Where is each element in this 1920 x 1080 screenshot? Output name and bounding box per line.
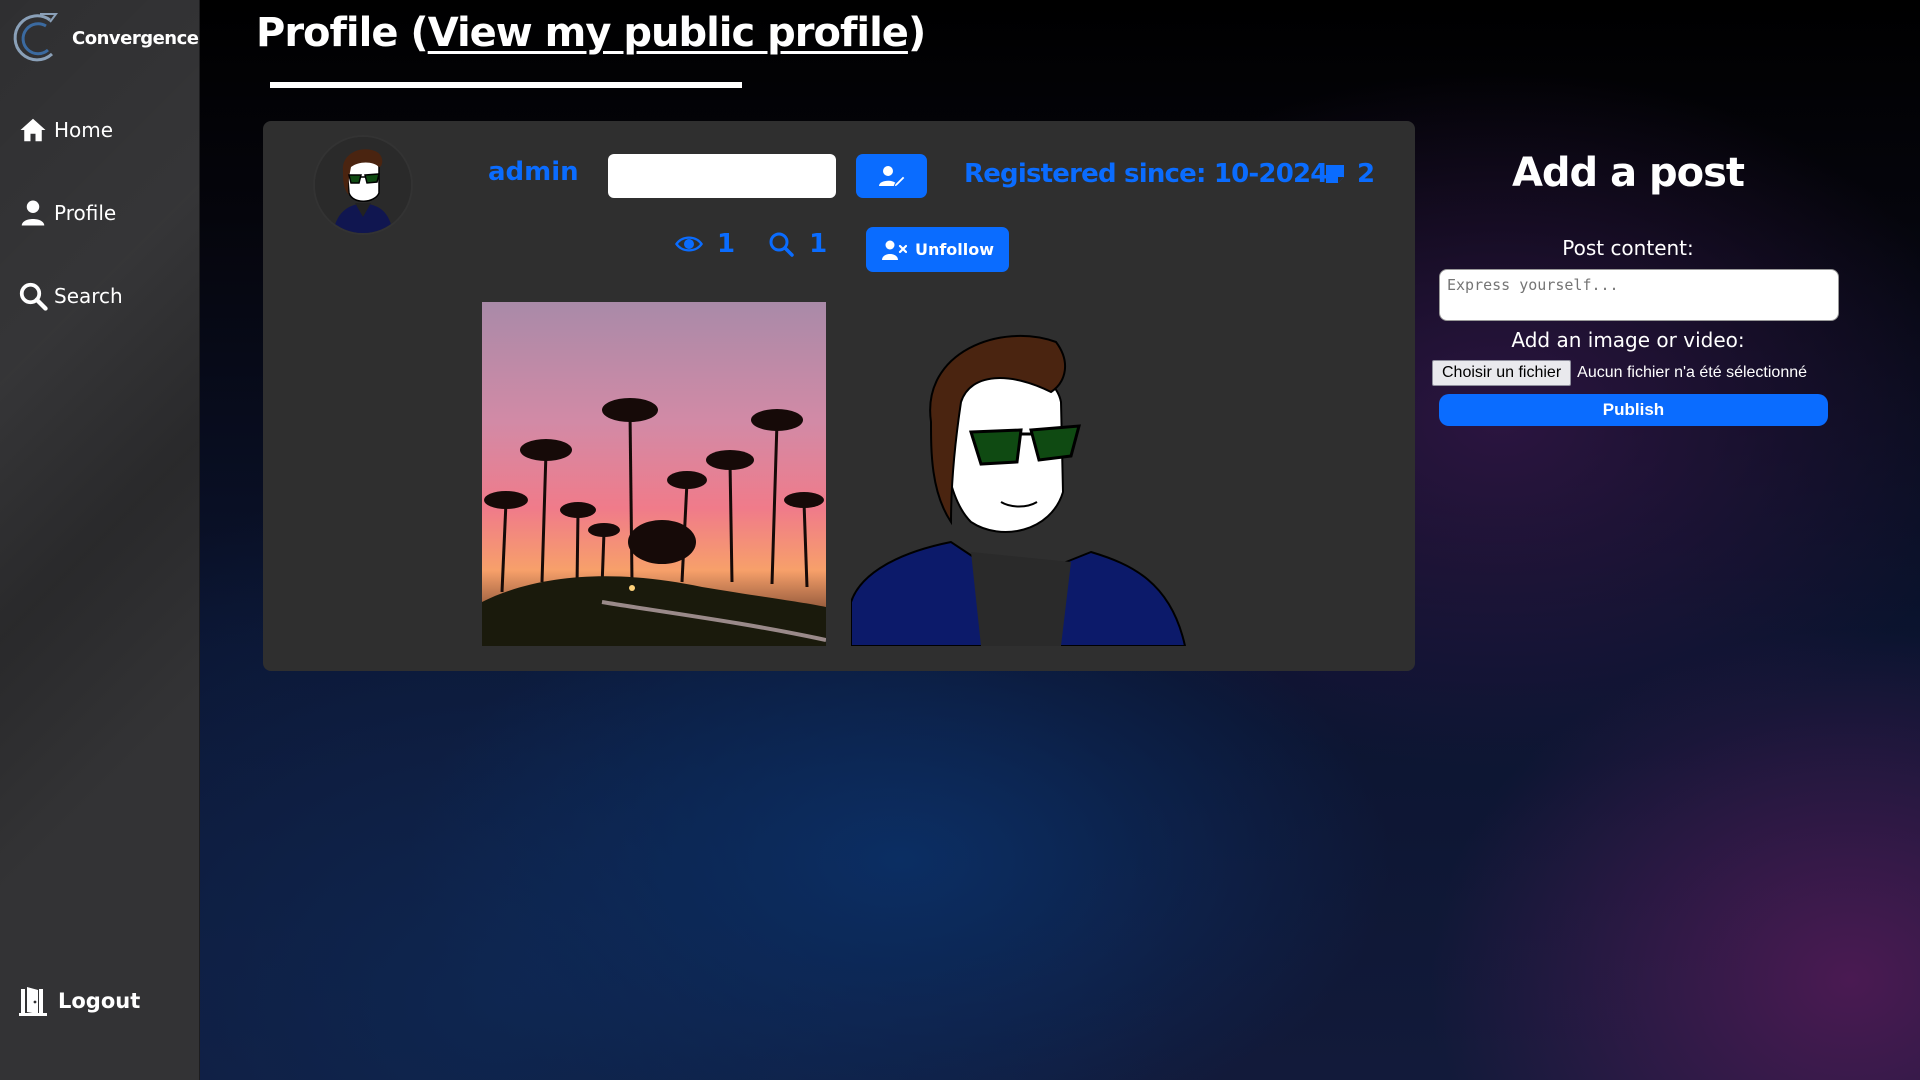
posts-count-value: 2 <box>1357 159 1376 189</box>
brand[interactable]: Convergence <box>10 10 199 66</box>
brand-name: Convergence <box>72 27 199 49</box>
unfollow-button[interactable]: Unfollow <box>866 227 1009 272</box>
posts-count: 2 <box>1323 159 1375 189</box>
views-count: 1 <box>717 229 736 259</box>
logout-label: Logout <box>58 989 141 1013</box>
home-icon <box>20 118 46 142</box>
profile-card: admin Registered since: 10-2024 2 1 1 Un… <box>263 121 1415 671</box>
unfollow-label: Unfollow <box>914 240 995 259</box>
avatar[interactable] <box>315 137 411 233</box>
edit-profile-button[interactable] <box>856 154 927 198</box>
file-status: Aucun fichier n'a été sélectionné <box>1577 364 1808 381</box>
sidebar-nav: Home Profile Search <box>0 110 200 359</box>
choose-file-button[interactable]: Choisir un fichier <box>1432 360 1572 386</box>
logout-button[interactable]: Logout <box>18 985 140 1017</box>
public-profile-link[interactable]: View my public profile <box>428 10 909 56</box>
page-title-suffix: ) <box>907 10 926 56</box>
post-image <box>482 302 826 646</box>
search-icon <box>19 282 48 311</box>
searches-stat: 1 <box>765 229 827 259</box>
add-post-title: Add a post <box>1511 150 1745 196</box>
avatar-image <box>315 137 411 233</box>
registered-since: Registered since: 10-2024 <box>964 159 1328 189</box>
sidebar-item-profile[interactable]: Profile <box>0 193 200 233</box>
convergence-logo <box>13 13 58 62</box>
user-icon <box>21 200 45 226</box>
sidebar-item-search[interactable]: Search <box>0 276 200 316</box>
search-icon <box>769 232 794 257</box>
sidebar-item-label: Profile <box>54 201 117 225</box>
page-title: Profile (View my public profile) <box>256 10 926 56</box>
file-picker: Choisir un fichier Aucun fichier n'a été… <box>1432 360 1807 386</box>
post-thumbnail-cartoon[interactable] <box>851 302 1195 646</box>
user-edit-icon <box>878 166 906 188</box>
note-icon <box>1326 165 1344 183</box>
post-image <box>851 302 1195 646</box>
sidebar: Convergence Home Profile Search Logout <box>0 0 200 1080</box>
page-title-prefix: Profile ( <box>256 10 429 56</box>
publish-button[interactable]: Publish <box>1439 394 1828 426</box>
title-underline-divider <box>270 82 742 88</box>
user-remove-icon <box>881 240 907 260</box>
door-exit-icon <box>19 987 47 1016</box>
sidebar-item-home[interactable]: Home <box>0 110 200 150</box>
views-stat: 1 <box>673 229 735 259</box>
post-content-label: Post content: <box>1562 236 1694 260</box>
media-label: Add an image or video: <box>1511 328 1745 352</box>
profile-stats: 1 1 <box>673 229 857 259</box>
post-thumbnail-sunset[interactable] <box>482 302 826 646</box>
sidebar-item-label: Home <box>54 118 114 142</box>
username: admin <box>488 157 579 187</box>
searches-count: 1 <box>809 229 828 259</box>
eye-icon <box>675 236 703 252</box>
post-content-input[interactable] <box>1439 269 1839 321</box>
sidebar-item-label: Search <box>54 284 123 308</box>
bio-input[interactable] <box>608 154 836 198</box>
